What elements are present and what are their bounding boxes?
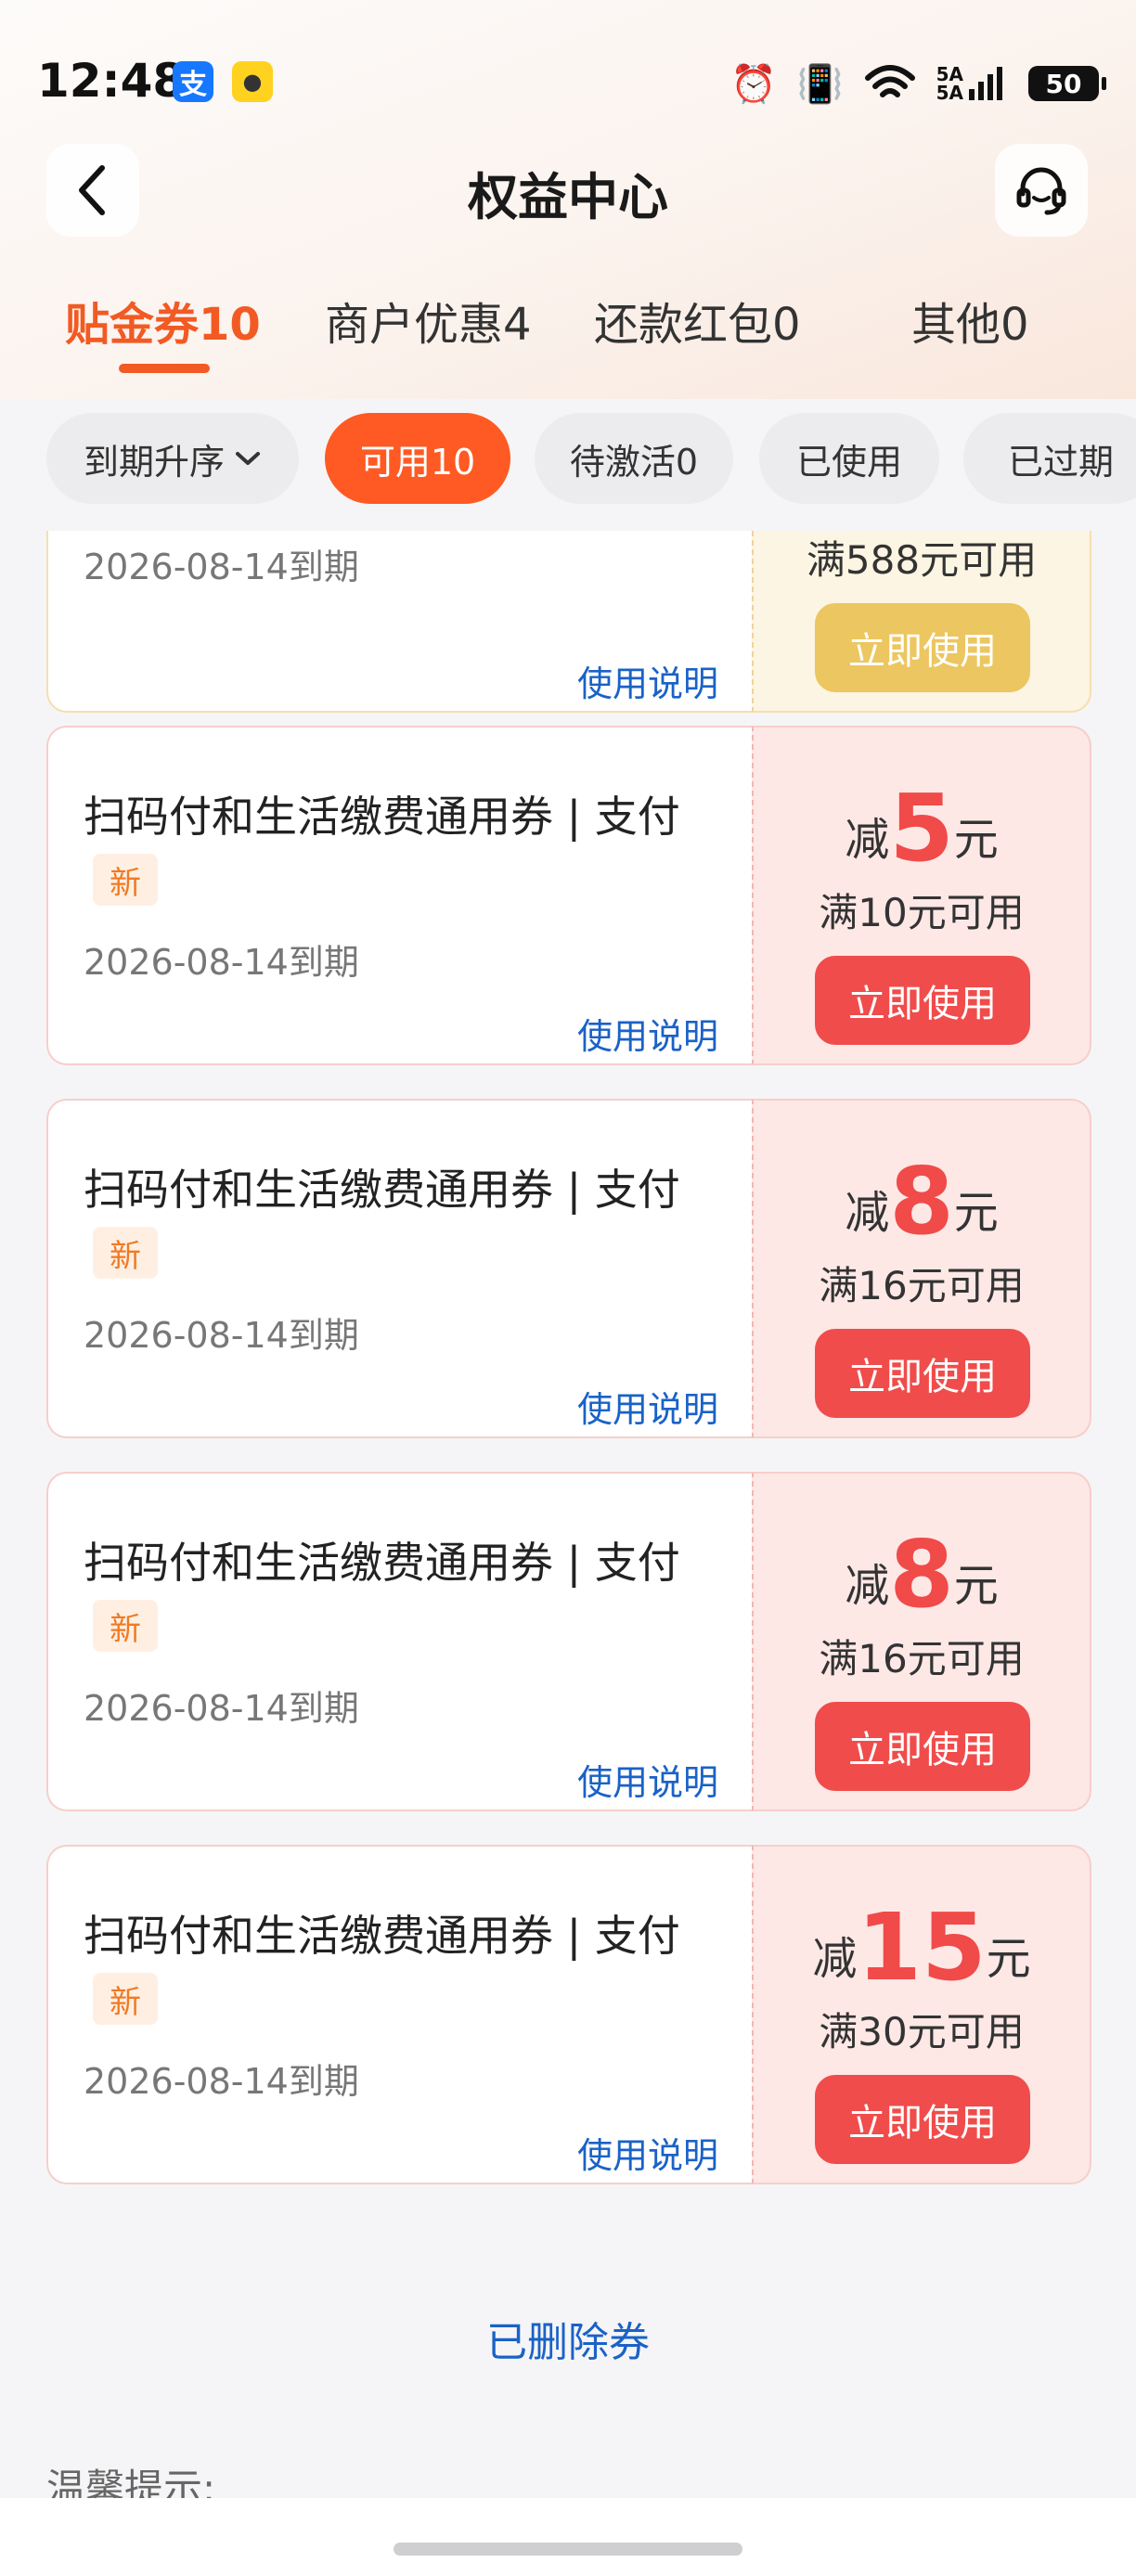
page-title: 权益中心 xyxy=(468,168,668,226)
coupon-amount: 减8元 xyxy=(754,1147,1090,1256)
headset-icon xyxy=(1016,167,1066,215)
coupon-condition: 满16元可用 xyxy=(819,1636,1025,1681)
coupon-card: 扫码付和生活缴费通用券 | 支付 新 2026-08-14到期 使用说明 减8元… xyxy=(46,1099,1091,1440)
usage-instructions-link[interactable]: 使用说明 xyxy=(577,2127,718,2178)
status-time: 12:48 xyxy=(37,54,186,108)
signal-label-1: 5A xyxy=(936,63,963,85)
coupon-amount: 减15元 xyxy=(754,1893,1090,2002)
coupon-card: 扫码付和生活缴费通用券 | 支付 新 2026-08-14到期 使用说明 减5元… xyxy=(46,726,1091,1067)
coupon-expiry: 2026-08-14到期 xyxy=(84,1315,359,1356)
coupon-card-partial: 2026-08-14到期 使用说明 满588元可用 立即使用 xyxy=(46,531,1091,715)
coupon-card: 扫码付和生活缴费通用券 | 支付 新 2026-08-14到期 使用说明 减8元… xyxy=(46,1472,1091,1813)
status-bar: 12:48 支 ● ⏰ 📳 5A 5A 50 xyxy=(0,0,1136,158)
amount-unit: 元 xyxy=(953,814,999,866)
signal-label-2: 5A xyxy=(936,82,963,104)
new-tag: 新 xyxy=(93,1227,158,1279)
new-tag: 新 xyxy=(93,1600,158,1652)
sort-label: 到期升序 xyxy=(83,441,225,483)
usage-instructions-link[interactable]: 使用说明 xyxy=(577,1008,718,1059)
amount-value: 8 xyxy=(889,1520,954,1629)
tab-gold-coupons[interactable]: 贴金券10 xyxy=(65,288,261,353)
filter-pending-activation[interactable]: 待激活0 xyxy=(535,413,733,504)
coupon-card: 扫码付和生活缴费通用券 | 支付 新 2026-08-14到期 使用说明 减15… xyxy=(46,1845,1091,2186)
deleted-coupons-link[interactable]: 已删除券 xyxy=(0,2309,1136,2368)
battery-icon: 50 xyxy=(1028,66,1106,101)
amount-value: 15 xyxy=(857,1893,987,2002)
coupon-title: 扫码付和生活缴费通用券 | 支付 xyxy=(84,792,680,842)
new-tag: 新 xyxy=(93,854,158,906)
use-now-button[interactable]: 立即使用 xyxy=(815,2075,1030,2164)
amount-value: 5 xyxy=(889,774,954,882)
coupon-expiry: 2026-08-14到期 xyxy=(84,547,359,587)
coupon-condition: 满16元可用 xyxy=(819,1263,1025,1308)
amount-prefix: 减 xyxy=(845,814,890,866)
use-now-button[interactable]: 立即使用 xyxy=(815,1329,1030,1418)
system-icons: ⏰ 📳 5A 5A 50 xyxy=(729,58,1106,109)
home-indicator[interactable] xyxy=(394,2543,742,2556)
use-now-button[interactable]: 立即使用 xyxy=(815,1702,1030,1791)
bottom-bar xyxy=(0,2498,1136,2576)
amount-unit: 元 xyxy=(953,1560,999,1612)
coupon-condition: 满30元可用 xyxy=(819,2009,1025,2054)
coupon-expiry: 2026-08-14到期 xyxy=(84,1688,359,1729)
alarm-icon: ⏰ xyxy=(729,62,777,106)
amount-unit: 元 xyxy=(986,1933,1031,1985)
coupon-title: 扫码付和生活缴费通用券 | 支付 xyxy=(84,1165,680,1215)
amount-unit: 元 xyxy=(953,1187,999,1239)
amount-prefix: 减 xyxy=(845,1187,890,1239)
coupon-expiry: 2026-08-14到期 xyxy=(84,2061,359,2102)
coupon-condition: 满588元可用 xyxy=(806,537,1038,583)
coupon-condition: 满10元可用 xyxy=(819,890,1025,935)
active-tab-indicator xyxy=(119,364,210,373)
sort-dropdown[interactable]: 到期升序 xyxy=(46,413,299,504)
filter-expired[interactable]: 已过期 xyxy=(963,413,1136,504)
tab-repayment-redpacket[interactable]: 还款红包0 xyxy=(594,288,801,353)
coupon-title: 扫码付和生活缴费通用券 | 支付 xyxy=(84,1538,680,1588)
amount-prefix: 减 xyxy=(812,1933,858,1985)
wifi-icon xyxy=(864,65,915,97)
new-tag: 新 xyxy=(93,1973,158,2025)
use-now-button[interactable]: 立即使用 xyxy=(815,956,1030,1045)
cellular-signal-icon: 5A 5A xyxy=(936,65,1008,102)
vibrate-icon: 📳 xyxy=(796,62,844,106)
alipay-notification-icon: 支 xyxy=(173,61,213,102)
coupon-amount: 减5元 xyxy=(754,774,1090,882)
tab-merchant-offers[interactable]: 商户优惠4 xyxy=(325,288,532,353)
tab-other[interactable]: 其他0 xyxy=(911,288,1029,353)
customer-service-button[interactable] xyxy=(995,144,1088,237)
coupon-expiry: 2026-08-14到期 xyxy=(84,942,359,983)
use-now-button[interactable]: 立即使用 xyxy=(815,603,1030,692)
filter-available[interactable]: 可用10 xyxy=(325,413,510,504)
coupon-title: 扫码付和生活缴费通用券 | 支付 xyxy=(84,1911,680,1961)
usage-instructions-link[interactable]: 使用说明 xyxy=(577,1754,718,1805)
chevron-down-icon xyxy=(236,452,260,465)
amount-value: 8 xyxy=(889,1147,954,1256)
usage-instructions-link[interactable]: 使用说明 xyxy=(577,655,718,706)
coupon-amount: 减8元 xyxy=(754,1520,1090,1629)
app-notification-icon: ● xyxy=(232,61,273,102)
amount-prefix: 减 xyxy=(845,1560,890,1612)
coupon-list: 2026-08-14到期 使用说明 满588元可用 立即使用 扫码付和生活缴费通… xyxy=(0,531,1136,2507)
filter-bar: 到期升序 可用10 待激活0 已使用 已过期 xyxy=(0,413,1136,510)
usage-instructions-link[interactable]: 使用说明 xyxy=(577,1381,718,1432)
filter-used[interactable]: 已使用 xyxy=(759,413,939,504)
